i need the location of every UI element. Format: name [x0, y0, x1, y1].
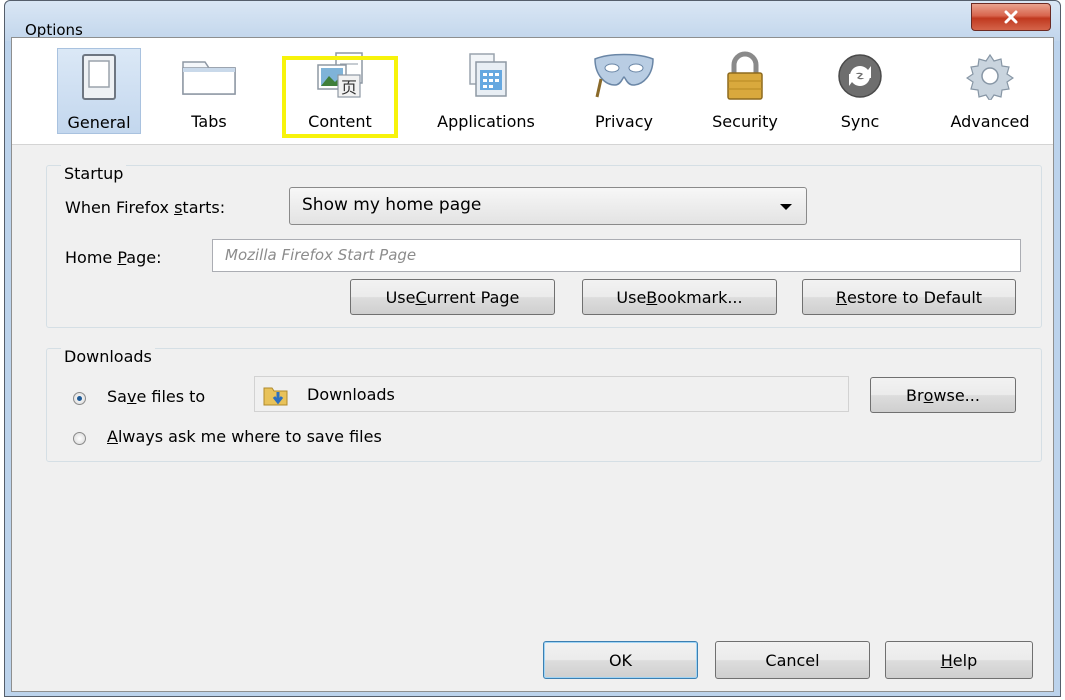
pane-label: Privacy	[595, 112, 653, 131]
pane-toolbar: General Tabs 页 Content Applications Priv…	[12, 38, 1053, 145]
when-firefox-starts-label: When Firefox starts:	[65, 198, 226, 217]
downloads-caption: Downloads	[61, 347, 155, 366]
cancel-button[interactable]: Cancel	[715, 641, 870, 679]
applications-icon	[469, 53, 507, 97]
startup-select[interactable]: Show my home page	[289, 187, 807, 225]
pane-label: Sync	[840, 112, 880, 131]
pane-applications[interactable]: Applications	[414, 48, 558, 134]
pane-label: Security	[712, 112, 778, 131]
svg-text:页: 页	[341, 78, 357, 97]
download-folder-name: Downloads	[307, 385, 395, 404]
startup-group: Startup When Firefox starts: Show my hom…	[46, 164, 1042, 328]
pane-label: Applications	[437, 112, 535, 131]
pane-label: Advanced	[950, 112, 1030, 131]
toggle-switch-icon	[82, 54, 116, 100]
close-button[interactable]	[971, 3, 1051, 31]
save-files-radio[interactable]	[73, 392, 86, 405]
startup-caption: Startup	[61, 164, 127, 183]
home-page-input[interactable]: Mozilla Firefox Start Page	[212, 239, 1021, 272]
options-window: Options General Tabs 页 Content Applicati…	[4, 0, 1061, 697]
save-files-label: Save files to	[107, 387, 206, 406]
options-content: General Tabs 页 Content Applications Priv…	[11, 37, 1054, 692]
pane-label: Content	[308, 112, 372, 131]
use-current-page-button[interactable]: Use Current Page	[350, 279, 555, 315]
pane-label: Tabs	[191, 112, 227, 131]
restore-to-default-button[interactable]: Restore to Default	[802, 279, 1016, 315]
pane-label: General	[67, 113, 131, 132]
home-page-label: Home Page:	[65, 248, 162, 267]
pane-sync[interactable]: Sync	[815, 48, 905, 134]
ok-button[interactable]: OK	[543, 641, 698, 679]
browse-button[interactable]: Br o wse...	[870, 377, 1016, 413]
tabs-icon	[182, 61, 236, 95]
chevron-down-icon	[780, 204, 792, 210]
home-page-placeholder: Mozilla Firefox Start Page	[225, 246, 417, 264]
use-bookmark-button[interactable]: Use Bookmark...	[582, 279, 777, 315]
padlock-icon	[727, 51, 763, 100]
gear-icon	[966, 53, 1014, 100]
close-icon	[1004, 10, 1018, 24]
pane-content[interactable]: 页 Content	[290, 48, 390, 134]
always-ask-label: Always ask me where to save files	[107, 427, 382, 446]
sync-icon	[838, 54, 882, 98]
pane-privacy[interactable]: Privacy	[579, 48, 669, 134]
content-icon: 页	[317, 52, 363, 98]
folder-icon	[263, 387, 288, 406]
download-folder-field: Downloads	[254, 376, 849, 412]
pane-security[interactable]: Security	[695, 48, 795, 134]
always-ask-radio[interactable]	[73, 432, 86, 445]
help-button[interactable]: Help	[885, 641, 1033, 679]
downloads-group: Downloads Save files to Downloads Br o wse…	[46, 347, 1042, 462]
pane-general[interactable]: General	[57, 48, 141, 134]
mask-icon	[594, 53, 654, 98]
pane-advanced[interactable]: Advanced	[932, 48, 1048, 134]
title-bar[interactable]: Options	[5, 1, 1060, 41]
startup-select-value: Show my home page	[302, 195, 482, 215]
pane-tabs[interactable]: Tabs	[170, 48, 248, 134]
